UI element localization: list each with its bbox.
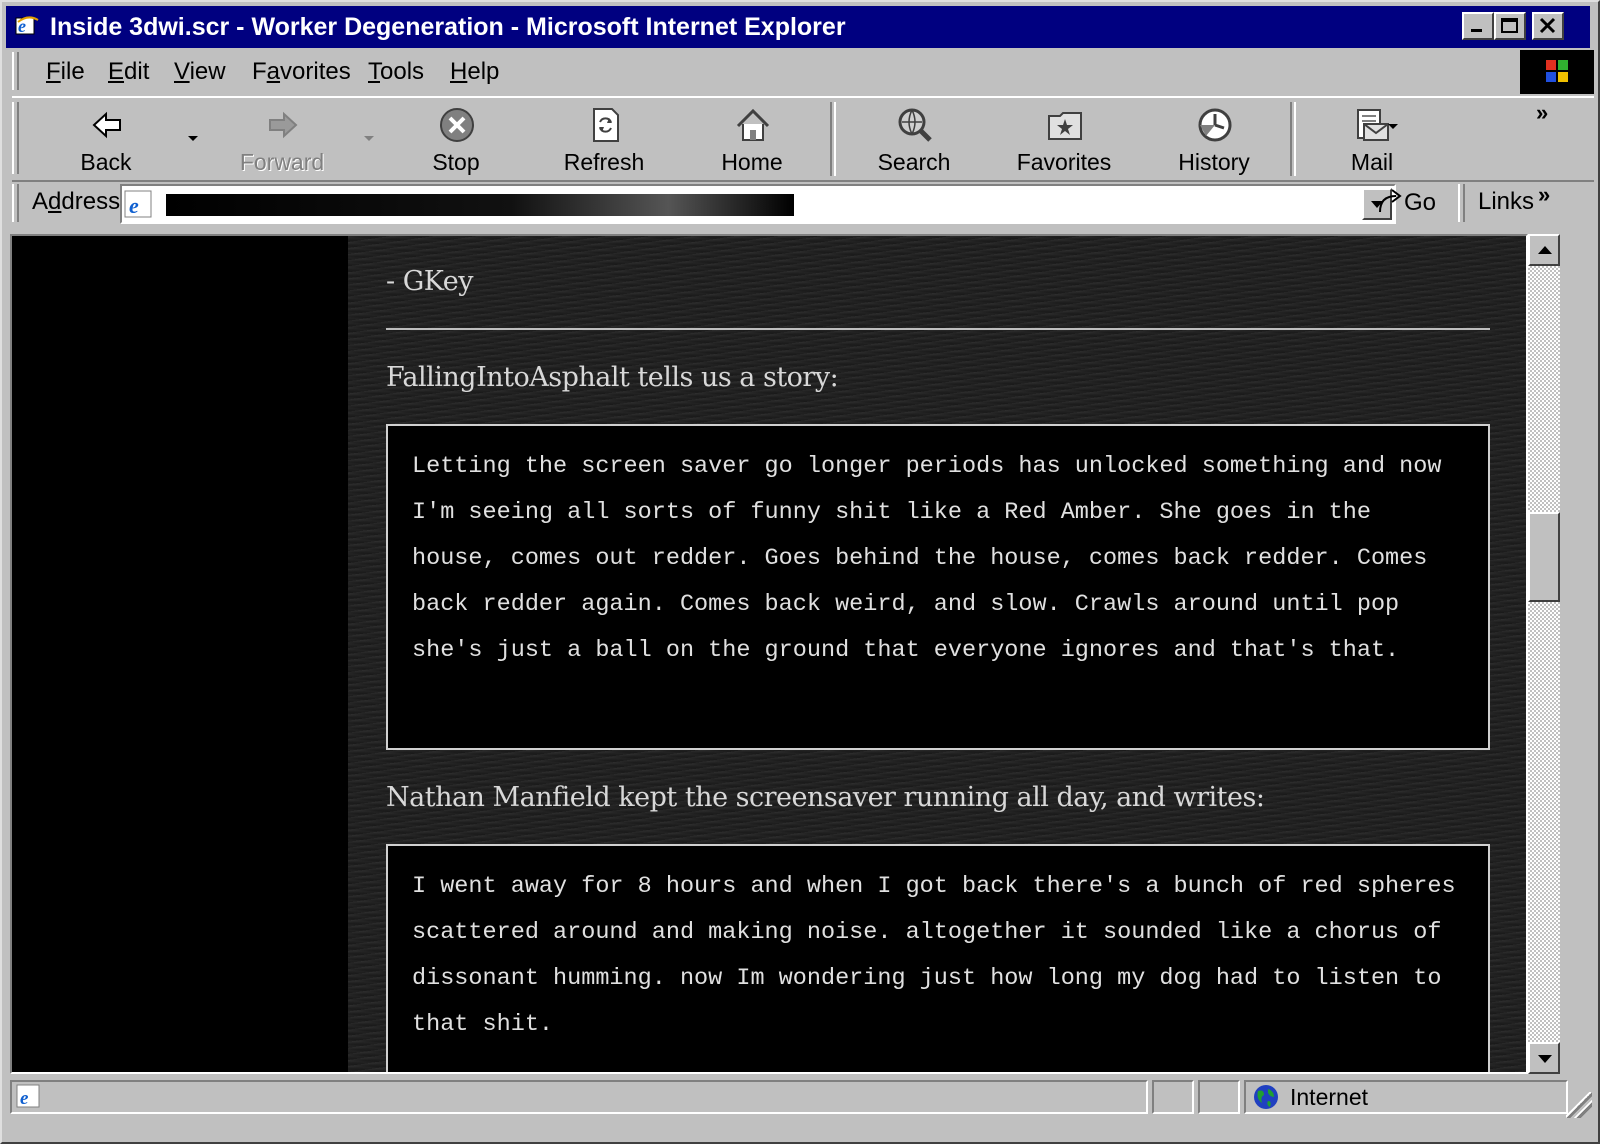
minimize-icon <box>1471 29 1482 32</box>
page-sidebar <box>12 236 348 1072</box>
menu-tools[interactable]: Tools <box>368 58 424 86</box>
status-progress-panel <box>1152 1080 1194 1114</box>
forward-arrow-icon <box>269 111 298 139</box>
home-button[interactable]: Home <box>692 102 812 176</box>
search-globe-icon <box>898 108 932 142</box>
signature-text: - GKey <box>386 266 473 297</box>
links-grip[interactable] <box>1458 184 1465 222</box>
back-arrow-icon <box>92 111 121 139</box>
go-button[interactable]: Go <box>1376 188 1436 217</box>
menu-view[interactable]: View <box>174 58 226 86</box>
address-grip[interactable] <box>12 184 19 222</box>
close-icon <box>1539 17 1556 34</box>
menu-file[interactable]: File <box>46 58 85 86</box>
address-label: Address <box>32 188 121 215</box>
page-ie-icon: e <box>124 190 152 218</box>
divider <box>386 328 1490 330</box>
internet-globe-icon <box>1254 1085 1278 1109</box>
close-button[interactable] <box>1532 12 1564 40</box>
menu-edit[interactable]: Edit <box>108 58 149 86</box>
status-security-panel <box>1198 1080 1240 1114</box>
home-icon <box>736 108 770 141</box>
story2-text: I went away for 8 hours and when I got b… <box>412 873 1456 1038</box>
menu-help[interactable]: Help <box>450 58 499 86</box>
page-status-icon: e <box>16 1084 40 1109</box>
search-button[interactable]: Search <box>854 102 974 176</box>
address-bar: Address e Go Links » <box>12 180 1594 226</box>
mail-dropdown-icon[interactable] <box>1388 124 1398 129</box>
back-dropdown-icon[interactable] <box>188 136 198 141</box>
page-main: - GKey FallingIntoAsphalt tells us a sto… <box>348 236 1526 1072</box>
links-more-chevron-icon[interactable]: » <box>1538 182 1550 208</box>
story1-quote: Letting the screen saver go longer perio… <box>386 424 1490 750</box>
toolbar-separator <box>1290 102 1296 176</box>
page-viewport: - GKey FallingIntoAsphalt tells us a sto… <box>10 234 1528 1074</box>
toolbar-grip[interactable] <box>12 102 19 174</box>
status-message-panel: e <box>10 1080 1148 1114</box>
back-button[interactable]: Back <box>46 102 166 176</box>
window-title: Inside 3dwi.scr - Worker Degeneration - … <box>50 13 846 41</box>
story1-text: Letting the screen saver go longer perio… <box>412 453 1442 664</box>
toolbar-separator <box>830 102 836 176</box>
forward-button[interactable]: Forward <box>222 102 342 176</box>
story1-intro: FallingIntoAsphalt tells us a story: <box>386 362 839 393</box>
forward-dropdown-icon[interactable] <box>364 136 374 141</box>
toolbar-more-chevron-icon[interactable]: » <box>1536 100 1548 126</box>
ie-logo-icon: e <box>15 16 39 36</box>
svg-text:e: e <box>20 1088 29 1109</box>
refresh-icon <box>593 108 619 142</box>
maximize-icon <box>1501 18 1518 33</box>
links-button[interactable]: Links <box>1478 188 1534 216</box>
menu-grip[interactable] <box>12 52 19 90</box>
maximize-button[interactable] <box>1494 12 1526 40</box>
menu-bar: File Edit View Favorites Tools Help <box>12 50 1594 94</box>
scroll-down-button[interactable] <box>1528 1042 1560 1074</box>
windows-logo-icon <box>1520 50 1594 94</box>
story2-quote: I went away for 8 hours and when I got b… <box>386 844 1490 1072</box>
menu-favorites[interactable]: Favorites <box>252 58 351 86</box>
go-arrow-icon <box>1379 189 1402 213</box>
status-bar: e Internet <box>10 1078 1592 1118</box>
scroll-up-button[interactable] <box>1528 234 1560 266</box>
minimize-button[interactable] <box>1462 12 1494 40</box>
stop-icon <box>440 108 474 142</box>
favorites-folder-icon <box>1048 112 1082 140</box>
history-clock-icon <box>1198 108 1232 142</box>
browser-window: e Inside 3dwi.scr - Worker Degeneration … <box>0 0 1600 1144</box>
mail-icon <box>1357 109 1389 141</box>
stop-button[interactable]: Stop <box>396 102 516 176</box>
resize-grip[interactable] <box>1566 1092 1592 1118</box>
standard-toolbar: Back Forward Stop Refresh Home Search Fa… <box>12 96 1594 182</box>
story2-intro: Nathan Manfield kept the screensaver run… <box>386 782 1265 813</box>
svg-text:e: e <box>129 193 139 218</box>
vertical-scrollbar[interactable] <box>1528 234 1560 1074</box>
favorites-button[interactable]: Favorites <box>1004 102 1124 176</box>
scroll-thumb[interactable] <box>1528 512 1560 602</box>
mail-button[interactable]: Mail <box>1312 102 1432 176</box>
title-bar[interactable]: e Inside 3dwi.scr - Worker Degeneration … <box>6 6 1590 48</box>
redacted-url <box>166 194 794 216</box>
refresh-button[interactable]: Refresh <box>544 102 664 176</box>
address-input[interactable]: e <box>120 184 1396 224</box>
security-zone-label: Internet <box>1290 1084 1368 1110</box>
history-button[interactable]: History <box>1154 102 1274 176</box>
